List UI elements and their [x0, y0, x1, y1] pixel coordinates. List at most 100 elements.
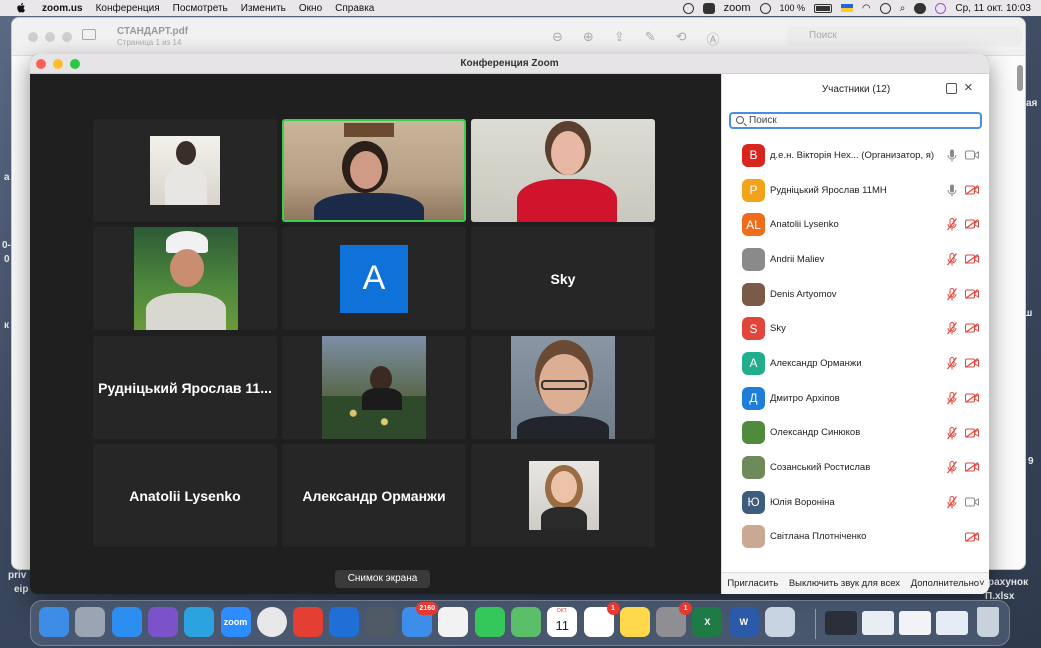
dock-word-icon[interactable]: W	[728, 607, 759, 637]
dock-teamviewer-icon[interactable]	[329, 607, 360, 637]
dock-excel-icon[interactable]: X	[692, 607, 723, 637]
video-tile[interactable]: Рудніцький Ярослав 11...	[93, 336, 277, 439]
dock-mail-icon[interactable]: 2160	[402, 602, 438, 637]
microphone-muted-icon[interactable]	[947, 391, 957, 405]
video-tile[interactable]	[282, 336, 466, 439]
siri-icon[interactable]	[935, 2, 947, 14]
menu-app-name[interactable]: zoom.us	[42, 3, 83, 14]
camera-off-icon[interactable]	[965, 323, 979, 334]
share-icon[interactable]: ⇪	[614, 29, 625, 48]
dock-safari-icon[interactable]	[111, 607, 142, 637]
microphone-muted-icon[interactable]	[947, 253, 957, 266]
dock-chrome-icon[interactable]	[256, 607, 287, 637]
participant-row[interactable]: Світлана Плотніченко	[722, 520, 989, 555]
annotate-icon[interactable]: Ⓐ	[707, 29, 720, 48]
participant-row[interactable]: Ю Юлія Вороніна	[722, 485, 989, 520]
microphone-icon[interactable]	[947, 184, 957, 197]
invite-button[interactable]: Пригласить	[727, 578, 778, 589]
dnd-status-icon[interactable]	[759, 2, 771, 14]
microphone-muted-icon[interactable]	[947, 426, 957, 440]
control-center-icon[interactable]	[914, 2, 927, 14]
video-tile[interactable]: Александр Орманжи	[282, 444, 466, 547]
dock-maps-icon[interactable]	[510, 607, 541, 637]
markup-pen-icon[interactable]: ✎	[645, 29, 656, 48]
dock-reminders-icon[interactable]: 1	[583, 602, 620, 637]
camera-off-icon[interactable]	[965, 358, 979, 369]
camera-off-icon[interactable]	[965, 184, 979, 195]
dock-screenshot-icon[interactable]	[365, 607, 396, 637]
recent-window-2[interactable]	[862, 611, 894, 635]
dock-photo-app-icon[interactable]	[765, 607, 795, 637]
video-tile[interactable]	[471, 336, 655, 439]
dock-anydesk-icon[interactable]	[293, 607, 324, 637]
microphone-icon[interactable]	[947, 149, 957, 162]
rotate-icon[interactable]: ⟲	[676, 29, 687, 48]
battery-icon[interactable]	[814, 3, 833, 13]
participant-row[interactable]: Andrii Maliev	[722, 242, 989, 277]
apple-icon[interactable]	[14, 2, 28, 14]
close-icon[interactable]: ×	[964, 80, 973, 95]
dock-messages-icon[interactable]	[474, 607, 505, 637]
microphone-muted-icon[interactable]	[947, 322, 957, 335]
user-icon[interactable]	[879, 2, 891, 14]
dock-preview-icon[interactable]	[438, 607, 469, 637]
video-tile[interactable]	[93, 119, 277, 222]
participant-row[interactable]: S Sky	[722, 311, 989, 346]
participant-row[interactable]: AL Anatolii Lysenko	[722, 207, 989, 242]
dock-finder-icon[interactable]	[39, 607, 69, 637]
microphone-muted-icon[interactable]	[947, 287, 957, 301]
dock-settings-icon[interactable]: 1	[656, 602, 693, 637]
recent-window-4[interactable]	[936, 611, 968, 635]
menu-window[interactable]: Окно	[299, 3, 322, 14]
mute-all-button[interactable]: Выключить звук для всех	[789, 578, 900, 589]
menu-view[interactable]: Посмотреть	[173, 3, 228, 14]
video-tile[interactable]: Anatolii Lysenko	[93, 444, 277, 547]
menu-conference[interactable]: Конференция	[96, 3, 160, 14]
clock[interactable]: Ср, 11 окт. 10:03	[955, 3, 1031, 14]
participant-row[interactable]: Вд.е.н. Вікторія Нех... (Организатор, я)	[722, 138, 989, 173]
camera-off-icon[interactable]	[965, 462, 979, 473]
recent-window-1[interactable]	[825, 611, 857, 635]
video-tile[interactable]: Sky	[471, 227, 655, 330]
video-tile[interactable]: A	[282, 227, 466, 330]
participant-row[interactable]: Д Дмитро Архіпов	[722, 381, 989, 416]
preview-close-button[interactable]	[28, 32, 38, 42]
participant-row[interactable]: Р Рудніцький Ярослав 11МН	[722, 173, 989, 208]
preview-minimize-button[interactable]	[45, 32, 55, 42]
video-tile[interactable]	[93, 227, 277, 330]
menu-edit[interactable]: Изменить	[241, 3, 286, 14]
zoom-out-icon[interactable]: ⊖	[552, 29, 563, 48]
preview-scrollbar[interactable]	[1017, 65, 1023, 91]
zoom-in-icon[interactable]: ⊕	[583, 29, 594, 48]
participant-row[interactable]: Созанський Ростислав	[722, 450, 989, 485]
preview-search-field[interactable]: Поиск	[787, 27, 1022, 46]
video-tile-active-speaker[interactable]	[282, 119, 466, 222]
camera-off-icon[interactable]	[965, 219, 979, 230]
dock-telegram-icon[interactable]	[184, 607, 215, 637]
video-tile[interactable]	[471, 444, 655, 547]
dock-viber-icon[interactable]	[147, 607, 178, 637]
camera-off-icon[interactable]	[965, 392, 979, 403]
microphone-muted-icon[interactable]	[947, 357, 957, 370]
camera-off-icon[interactable]	[965, 427, 979, 438]
viber-status-icon[interactable]	[682, 2, 694, 14]
microphone-muted-icon[interactable]	[947, 461, 957, 474]
zoom-status-label[interactable]: zoom	[724, 2, 751, 14]
keyboard-layout-flag-icon[interactable]	[841, 4, 854, 12]
dock-notes-icon[interactable]	[619, 607, 650, 637]
preview-zoom-button[interactable]	[62, 32, 72, 42]
popout-icon[interactable]	[946, 83, 957, 94]
camera-icon[interactable]	[965, 497, 979, 507]
camera-off-icon[interactable]	[965, 254, 979, 265]
spotlight-icon[interactable]: ⌕	[900, 3, 906, 14]
dock-calendar-icon[interactable]: ОКТ. 11	[547, 607, 578, 637]
dock-zoom-icon[interactable]: zoom	[220, 607, 251, 637]
dock-launchpad-icon[interactable]	[75, 607, 106, 637]
camera-off-icon[interactable]	[965, 288, 979, 299]
wifi-icon[interactable]: ◠	[862, 3, 871, 14]
participant-row[interactable]: Олександр Синюков	[722, 416, 989, 451]
participant-row[interactable]: Denis Artyomov	[722, 277, 989, 312]
dock-trash-icon[interactable]	[977, 607, 999, 637]
camera-icon[interactable]	[965, 150, 979, 160]
menu-help[interactable]: Справка	[335, 3, 374, 14]
